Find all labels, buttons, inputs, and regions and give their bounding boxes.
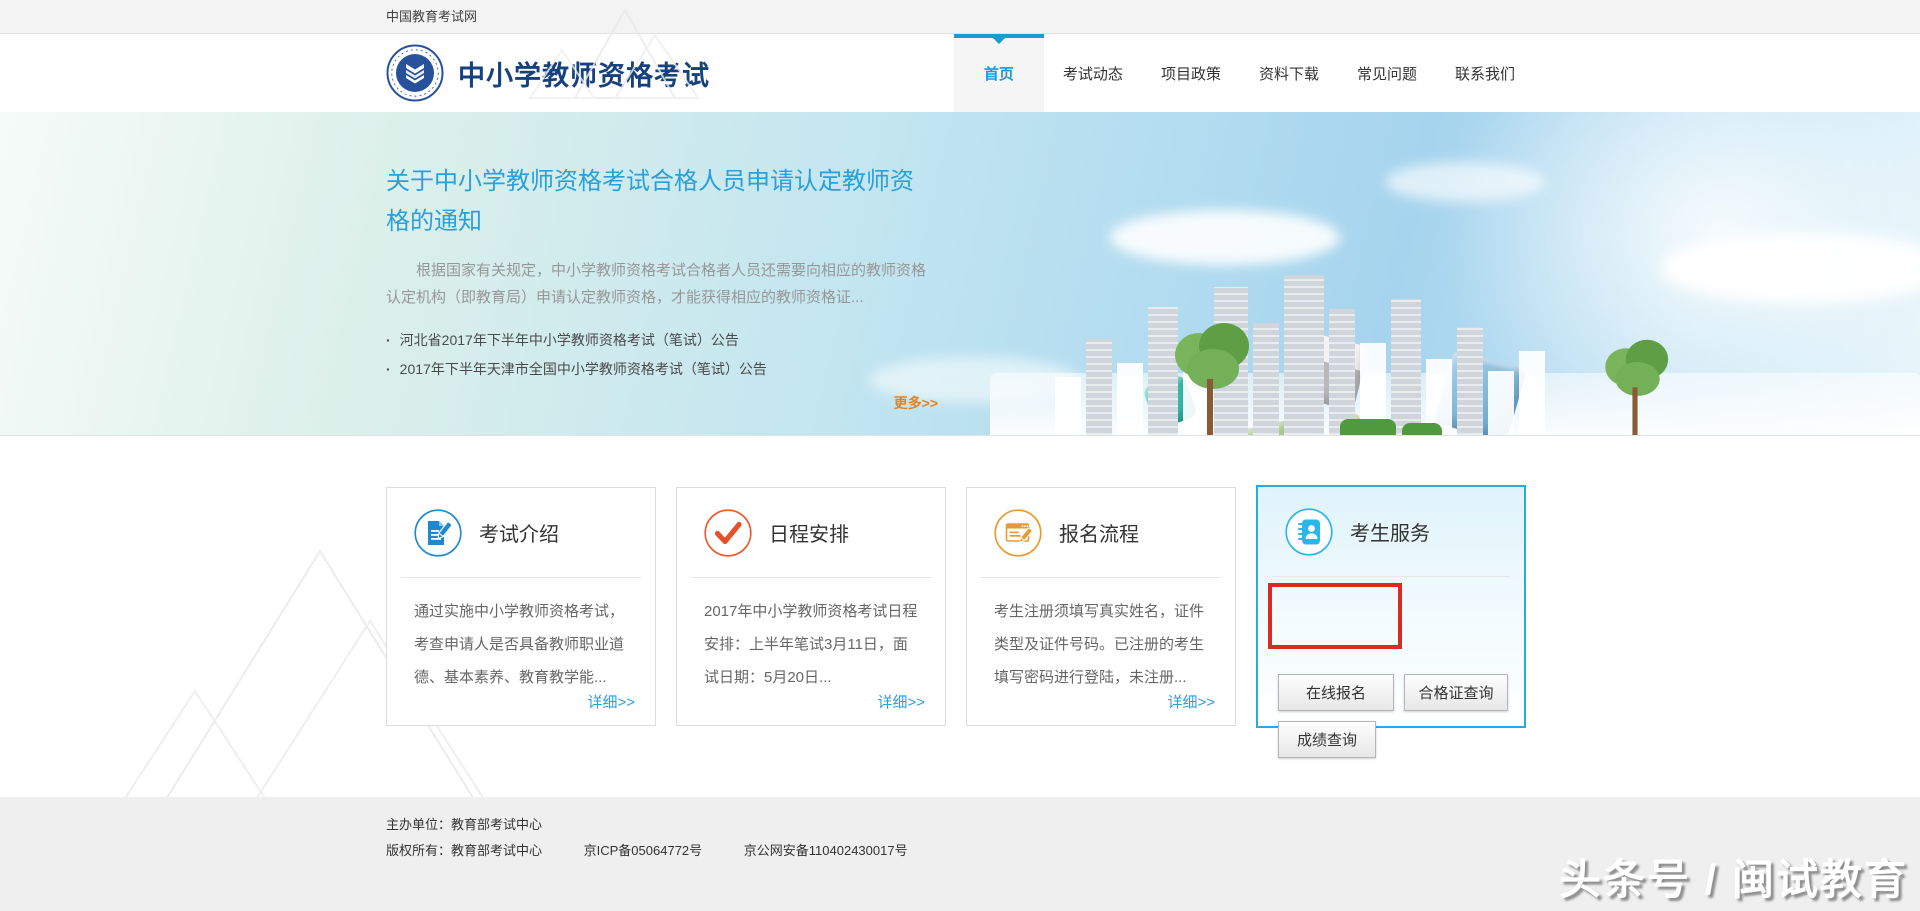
exam-intro-icon bbox=[414, 509, 462, 557]
card-exam-intro: 考试介绍 通过实施中小学教师资格考试，考查申请人是否具备教师职业道德、基本素养、… bbox=[386, 487, 656, 726]
nav-item-home[interactable]: 首页 bbox=[954, 34, 1044, 112]
nav-label: 联系我们 bbox=[1455, 63, 1515, 84]
card-title: 报名流程 bbox=[1059, 518, 1139, 547]
detail-link[interactable]: 详细>> bbox=[587, 691, 635, 712]
nav-label: 考试动态 bbox=[1063, 63, 1123, 84]
schedule-check-icon bbox=[704, 509, 752, 557]
registration-form-icon bbox=[994, 509, 1042, 557]
tree bbox=[1165, 315, 1255, 435]
footer-police-record: 京公网安备110402430017号 bbox=[744, 843, 908, 858]
card-title: 日程安排 bbox=[769, 518, 849, 547]
city-skyline bbox=[1055, 275, 1545, 435]
nav-label: 资料下载 bbox=[1259, 63, 1319, 84]
watermark-text: 头条号 / 闽试教育 bbox=[1559, 846, 1908, 907]
nav-item-project-policy[interactable]: 项目政策 bbox=[1142, 34, 1240, 112]
nav-label: 常见问题 bbox=[1357, 63, 1417, 84]
footer: 主办单位：教育部考试中心 版权所有：教育部考试中心 京ICP备05064772号… bbox=[0, 797, 1920, 911]
page: 中国教育考试网 中小学教师资格考试 bbox=[0, 0, 1920, 911]
nav-item-downloads[interactable]: 资料下载 bbox=[1240, 34, 1338, 112]
card-schedule: 日程安排 2017年中小学教师资格考试日程安排：上半年笔试3月11日，面试日期：… bbox=[676, 487, 946, 726]
card-title: 考生服务 bbox=[1350, 517, 1430, 546]
highlight-red-box bbox=[1268, 583, 1402, 649]
detail-link[interactable]: 详细>> bbox=[1167, 691, 1215, 712]
cloud bbox=[1660, 232, 1920, 304]
certificate-query-button[interactable]: 合格证查询 bbox=[1404, 674, 1508, 711]
cloud bbox=[1385, 162, 1545, 202]
divider bbox=[1272, 576, 1510, 577]
candidate-service-icon bbox=[1285, 508, 1333, 556]
card-body-text: 考生注册须填写真实姓名，证件类型及证件号码。已注册的考生填写密码进行登陆，未注册… bbox=[967, 578, 1235, 694]
site-title: 中小学教师资格考试 bbox=[458, 54, 710, 93]
nav-label: 项目政策 bbox=[1161, 63, 1221, 84]
footer-copyright-line: 版权所有：教育部考试中心 京ICP备05064772号 京公网安备1104024… bbox=[386, 838, 1534, 864]
nav-item-contact[interactable]: 联系我们 bbox=[1436, 34, 1534, 112]
card-body-text: 通过实施中小学教师资格考试，考查申请人是否具备教师职业道德、基本素养、教育教学能… bbox=[387, 578, 655, 694]
cloud bbox=[1110, 210, 1340, 265]
more-link[interactable]: 更多>> bbox=[386, 393, 938, 413]
card-title: 考试介绍 bbox=[479, 518, 559, 547]
bush bbox=[1340, 419, 1396, 435]
nav-item-exam-news[interactable]: 考试动态 bbox=[1044, 34, 1142, 112]
nav-label: 首页 bbox=[984, 63, 1014, 84]
nav-item-faq[interactable]: 常见问题 bbox=[1338, 34, 1436, 112]
main-nav: 首页 考试动态 项目政策 资料下载 常见问题 联系我们 bbox=[954, 34, 1534, 112]
hero-banner: 关于中小学教师资格考试合格人员申请认定教师资格的通知 根据国家有关规定，中小学教… bbox=[0, 112, 1920, 436]
card-body-text: 2017年中小学教师资格考试日程安排：上半年笔试3月11日，面试日期：5月20日… bbox=[677, 578, 945, 694]
service-buttons: 在线报名 合格证查询 成绩查询 bbox=[1258, 639, 1524, 758]
cards-section: 考试介绍 通过实施中小学教师资格考试，考查申请人是否具备教师职业道德、基本素养、… bbox=[0, 436, 1920, 797]
bush bbox=[1402, 423, 1442, 435]
detail-link[interactable]: 详细>> bbox=[877, 691, 925, 712]
banner-news-list: 河北省2017年下半年中小学教师资格考试（笔试）公告 2017年下半年天津市全国… bbox=[386, 326, 938, 384]
news-item[interactable]: 河北省2017年下半年中小学教师资格考试（笔试）公告 bbox=[386, 326, 938, 355]
news-item[interactable]: 2017年下半年天津市全国中小学教师资格考试（笔试）公告 bbox=[386, 355, 938, 384]
brand[interactable]: 中小学教师资格考试 bbox=[386, 44, 710, 102]
banner-paragraph: 根据国家有关规定，中小学教师资格考试合格者人员还需要向相应的教师资格认定机构（即… bbox=[386, 257, 938, 311]
footer-organizer: 主办单位：教育部考试中心 bbox=[386, 812, 1534, 838]
topbar: 中国教育考试网 bbox=[0, 0, 1920, 34]
active-tab-indicator bbox=[954, 34, 1044, 38]
footer-icp: 京ICP备05064772号 bbox=[584, 843, 703, 858]
card-registration-process: 报名流程 考生注册须填写真实姓名，证件类型及证件号码。已注册的考生填写密码进行登… bbox=[966, 487, 1236, 726]
footer-copyright: 版权所有：教育部考试中心 bbox=[386, 843, 542, 858]
score-query-button[interactable]: 成绩查询 bbox=[1278, 721, 1376, 758]
tree bbox=[1597, 333, 1674, 435]
online-register-button[interactable]: 在线报名 bbox=[1278, 674, 1394, 711]
site-network-name: 中国教育考试网 bbox=[386, 9, 477, 24]
site-logo-icon bbox=[386, 44, 444, 102]
header: 中小学教师资格考试 首页 考试动态 项目政策 资料下载 常见问题 bbox=[0, 34, 1920, 112]
banner-title[interactable]: 关于中小学教师资格考试合格人员申请认定教师资格的通知 bbox=[386, 162, 931, 242]
card-candidate-service: 考生服务 在线报名 合格证查询 成绩查询 bbox=[1256, 485, 1526, 728]
